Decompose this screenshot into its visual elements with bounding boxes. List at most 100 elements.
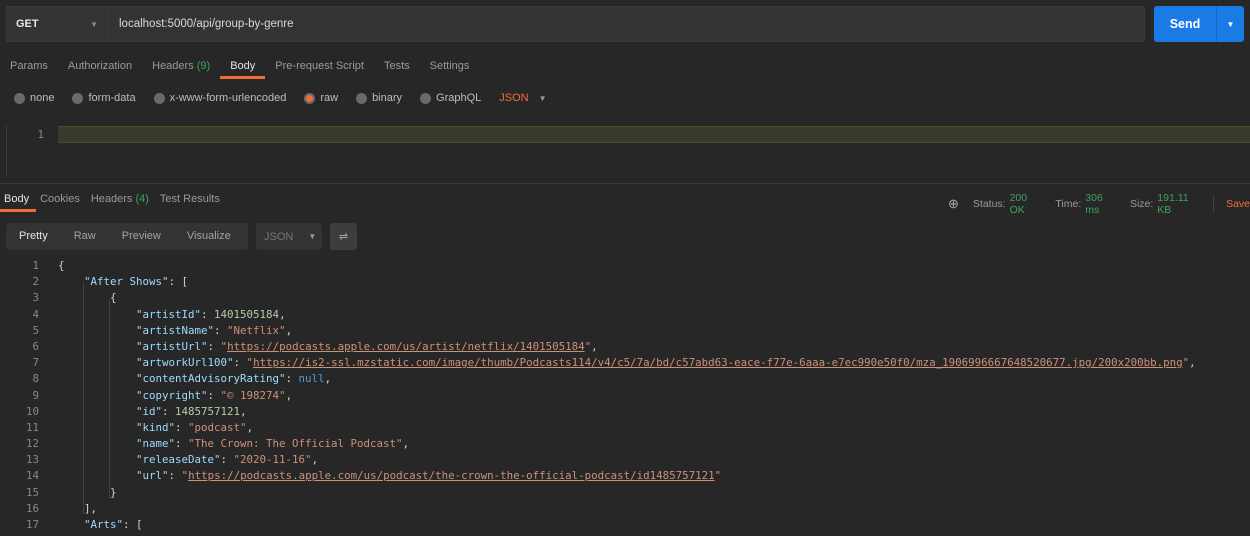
code-text: "artistName": "Netflix",	[58, 323, 292, 339]
line-number: 1	[37, 128, 44, 141]
code-text: ],	[58, 501, 97, 517]
wrap-lines-icon[interactable]: ⇌	[330, 223, 357, 250]
body-type-options: none form-data x-www-form-urlencoded raw bin…	[14, 92, 547, 104]
view-visualize[interactable]: Visualize	[174, 223, 244, 250]
json-punctuation: :	[162, 404, 176, 418]
tab-settings[interactable]: Settings	[420, 53, 480, 79]
pane-divider[interactable]	[0, 183, 1250, 184]
tab-tests[interactable]: Tests	[374, 53, 420, 79]
json-punctuation	[58, 356, 136, 369]
code-text: "url": "https://podcasts.apple.com/us/po…	[58, 468, 721, 484]
radio-binary[interactable]: binary	[356, 92, 402, 104]
tab-count: (9)	[196, 60, 211, 72]
tab-label: Settings	[429, 60, 470, 72]
code-line: 9 "copyright": "© 198274",	[0, 388, 1250, 404]
json-punctuation	[58, 405, 136, 418]
json-link[interactable]: https://is2-ssl.mzstatic.com/image/thumb…	[253, 356, 1183, 369]
code-line: 13 "releaseDate": "2020-11-16",	[0, 452, 1250, 468]
send-options-chevron-icon[interactable]: ▼	[1216, 6, 1244, 42]
request-bar: GET ▼ localhost:5000/api/group-by-genre	[6, 6, 1145, 42]
size-label: Size:	[1129, 198, 1154, 210]
response-tab-cookies[interactable]: Cookies	[36, 186, 87, 212]
radio-icon	[72, 92, 84, 104]
radio-none[interactable]: none	[14, 92, 54, 104]
json-punctuation	[58, 389, 136, 402]
line-number: 17	[25, 518, 39, 531]
json-punctuation: ,	[402, 437, 410, 451]
tab-pre-request-script[interactable]: Pre-request Script	[265, 53, 374, 79]
radio-icon	[153, 92, 165, 104]
radio-label: GraphQL	[436, 92, 482, 104]
tab-label: Body	[230, 60, 256, 72]
code-line: 10 "id": 1485757121,	[0, 404, 1250, 420]
line-number: 4	[32, 307, 39, 321]
tab-label: Authorization	[67, 60, 133, 72]
code-line: 17 "Arts": [	[0, 517, 1250, 533]
code-line: 7 "artworkUrl100": "https://is2-ssl.mzst…	[0, 355, 1250, 371]
radio-label: binary	[372, 92, 403, 104]
radio-form-data[interactable]: form-data	[72, 92, 136, 104]
tab-label: Headers	[90, 193, 133, 205]
json-link[interactable]: https://podcasts.apple.com/us/podcast/th…	[188, 469, 715, 482]
json-punctuation: :	[201, 307, 215, 321]
time-label: Time:	[1055, 198, 1082, 210]
code-text: "artistUrl": "https://podcasts.apple.com…	[58, 339, 598, 355]
view-raw[interactable]: Raw	[61, 223, 109, 250]
radio-label: form-data	[88, 92, 136, 104]
radio-icon	[356, 92, 368, 104]
response-format-select[interactable]: JSON ▼	[256, 223, 322, 250]
method-select[interactable]: GET ▼	[7, 7, 109, 41]
radio-x-www-form-urlencoded[interactable]: x-www-form-urlencoded	[153, 92, 286, 104]
line-number: 8	[32, 372, 39, 386]
send-button[interactable]: Send ▼	[1154, 6, 1244, 42]
code-text: "artworkUrl100": "https://is2-ssl.mzstat…	[58, 355, 1196, 371]
json-punctuation: :	[214, 323, 228, 337]
json-string: "The Crown: The Official Podcast"	[188, 437, 403, 451]
body-format-select[interactable]: JSON ▼	[499, 92, 546, 104]
globe-icon[interactable]: ⊕	[948, 196, 959, 212]
save-response-button[interactable]: Save	[1226, 198, 1250, 210]
json-punctuation	[58, 340, 136, 353]
json-punctuation: :	[233, 356, 247, 370]
line-number: 5	[32, 323, 39, 337]
divider	[1213, 195, 1215, 213]
json-punctuation: ,	[311, 453, 319, 467]
response-tab-body[interactable]: Body	[0, 186, 37, 212]
tab-headers[interactable]: Headers (9)	[142, 53, 220, 79]
line-number: 2	[32, 275, 39, 289]
method-value: GET	[16, 18, 39, 30]
tab-label: Pre-request Script	[275, 60, 364, 72]
code-line: 8 "contentAdvisoryRating": null,	[0, 371, 1250, 387]
body-format-value: JSON	[499, 92, 529, 104]
json-punctuation: :	[220, 453, 234, 467]
json-number: 1401505184	[214, 307, 280, 321]
radio-GraphQL[interactable]: GraphQL	[420, 92, 481, 104]
code-line: 2 "After Shows": [	[0, 274, 1250, 290]
json-key: "contentAdvisoryRating"	[136, 372, 286, 386]
response-tab-test-results[interactable]: Test Results	[156, 186, 227, 212]
request-body-editor[interactable]: 1	[6, 126, 1250, 176]
code-text: "name": "The Crown: The Official Podcast…	[58, 436, 409, 452]
json-string: "© 198274"	[220, 388, 286, 402]
json-punctuation: {	[58, 291, 117, 305]
view-preview[interactable]: Preview	[109, 223, 174, 250]
tab-body[interactable]: Body	[220, 53, 266, 79]
radio-raw[interactable]: raw	[304, 92, 338, 104]
response-tab-headers[interactable]: Headers (4)	[87, 186, 156, 212]
code-line: 11 "kind": "podcast",	[0, 420, 1250, 436]
radio-icon	[304, 92, 316, 104]
tab-params[interactable]: Params	[0, 53, 58, 79]
tab-authorization[interactable]: Authorization	[58, 53, 142, 79]
json-link[interactable]: https://podcasts.apple.com/us/artist/net…	[227, 340, 585, 353]
code-line: 14 "url": "https://podcasts.apple.com/us…	[0, 468, 1250, 484]
view-pretty[interactable]: Pretty	[6, 223, 61, 250]
url-input[interactable]: localhost:5000/api/group-by-genre	[109, 7, 294, 41]
tab-label: Body	[4, 193, 30, 205]
line-number: 11	[25, 420, 39, 434]
json-punctuation	[58, 518, 84, 531]
json-punctuation: ,	[246, 420, 254, 434]
code-text: "Arts": [	[58, 517, 143, 533]
json-punctuation	[58, 469, 136, 482]
json-key: "releaseDate"	[136, 453, 221, 467]
radio-icon	[420, 92, 432, 104]
